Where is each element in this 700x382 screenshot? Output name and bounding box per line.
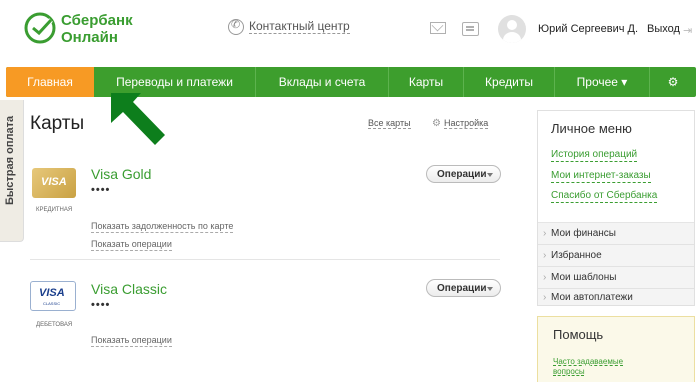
operations-button[interactable]: Операции (426, 279, 501, 297)
nav-item-other[interactable]: Прочее ▾ (555, 67, 650, 97)
contact-center-link[interactable]: Контактный центр (228, 18, 350, 35)
sberbank-logo[interactable]: Сбербанк Онлайн (24, 12, 144, 46)
card-number: •••• (91, 184, 111, 196)
user-name[interactable]: Юрий Сергеевич Д. (538, 23, 638, 35)
card-number: •••• (91, 299, 111, 311)
nav-item-main[interactable]: Главная (6, 67, 94, 97)
card-name-link[interactable]: Visa Gold (91, 166, 151, 182)
visa-logo-text: VISA (39, 287, 65, 299)
classic-logo-text: CLASSIC (43, 301, 61, 306)
show-operations-link[interactable]: Показать операции (91, 239, 172, 251)
avatar[interactable] (498, 15, 526, 43)
operations-history-link[interactable]: История операций (551, 149, 638, 162)
help-title: Помощь (553, 327, 604, 342)
operations-label: Операции (437, 168, 487, 180)
sidebar-item-autopayments[interactable]: Мои автоплатежи (538, 287, 694, 309)
divider (30, 259, 500, 260)
phone-icon (228, 18, 244, 35)
mail-icon[interactable] (430, 22, 446, 34)
card-type-label: ДЕБЕТОВАЯ (36, 322, 73, 328)
personal-menu-panel: Личное меню История операций Мои интерне… (537, 110, 695, 309)
card-type-label: КРЕДИТНАЯ (36, 207, 73, 213)
sidebar-item-finances[interactable]: Мои финансы (538, 223, 694, 245)
personal-menu-title: Личное меню (551, 121, 632, 136)
sberbank-logo-icon (24, 12, 56, 44)
chevron-down-icon (487, 173, 493, 177)
nav-item-deposits[interactable]: Вклады и счета (256, 67, 389, 97)
all-cards-link[interactable]: Все карты (368, 118, 411, 129)
quick-pay-label[interactable]: Быстрая оплата (4, 116, 16, 205)
chevron-down-icon (487, 287, 493, 291)
faq-link[interactable]: Часто задаваемые вопросы (553, 357, 653, 377)
page-title: Карты (30, 113, 85, 134)
sidebar-item-favorites[interactable]: Избранное (538, 245, 694, 267)
chat-icon[interactable] (462, 22, 479, 36)
visa-logo-text: VISA (41, 176, 67, 188)
visa-gold-card-image[interactable]: VISA (32, 168, 76, 198)
settings-link[interactable]: ⚙ Настройка (432, 118, 489, 129)
gear-icon: ⚙ (432, 118, 441, 129)
card-name-link[interactable]: Visa Classic (91, 281, 167, 297)
help-panel: Помощь Часто задаваемые вопросы (537, 316, 695, 382)
contact-center-label: Контактный центр (249, 19, 350, 34)
operations-button[interactable]: Операции (426, 165, 501, 183)
settings-label: Настройка (443, 118, 489, 129)
logo-line-2: Онлайн (61, 29, 118, 46)
gear-icon[interactable]: ⚙ (650, 67, 696, 97)
operations-label: Операции (437, 282, 487, 294)
sidebar-item-templates[interactable]: Мои шаблоны (538, 267, 694, 289)
spasibo-link[interactable]: Спасибо от Сбербанка (551, 190, 658, 203)
show-debt-link[interactable]: Показать задолженность по карте (91, 221, 234, 233)
nav-item-credits[interactable]: Кредиты (464, 67, 555, 97)
visa-classic-card-image[interactable]: VISA CLASSIC (30, 281, 76, 311)
show-operations-link[interactable]: Показать операции (91, 335, 172, 347)
internet-orders-link[interactable]: Мои интернет-заказы (551, 170, 651, 183)
logo-text: Сбербанк Онлайн (61, 12, 133, 46)
logo-line-1: Сбербанк (61, 12, 133, 29)
personal-menu-top: Личное меню История операций Мои интерне… (538, 111, 694, 223)
logout-link[interactable]: Выход (647, 23, 680, 35)
nav-item-cards[interactable]: Карты (389, 67, 464, 97)
pointer-arrow-icon (111, 93, 165, 145)
logout-icon[interactable]: ⇥ (683, 24, 692, 37)
